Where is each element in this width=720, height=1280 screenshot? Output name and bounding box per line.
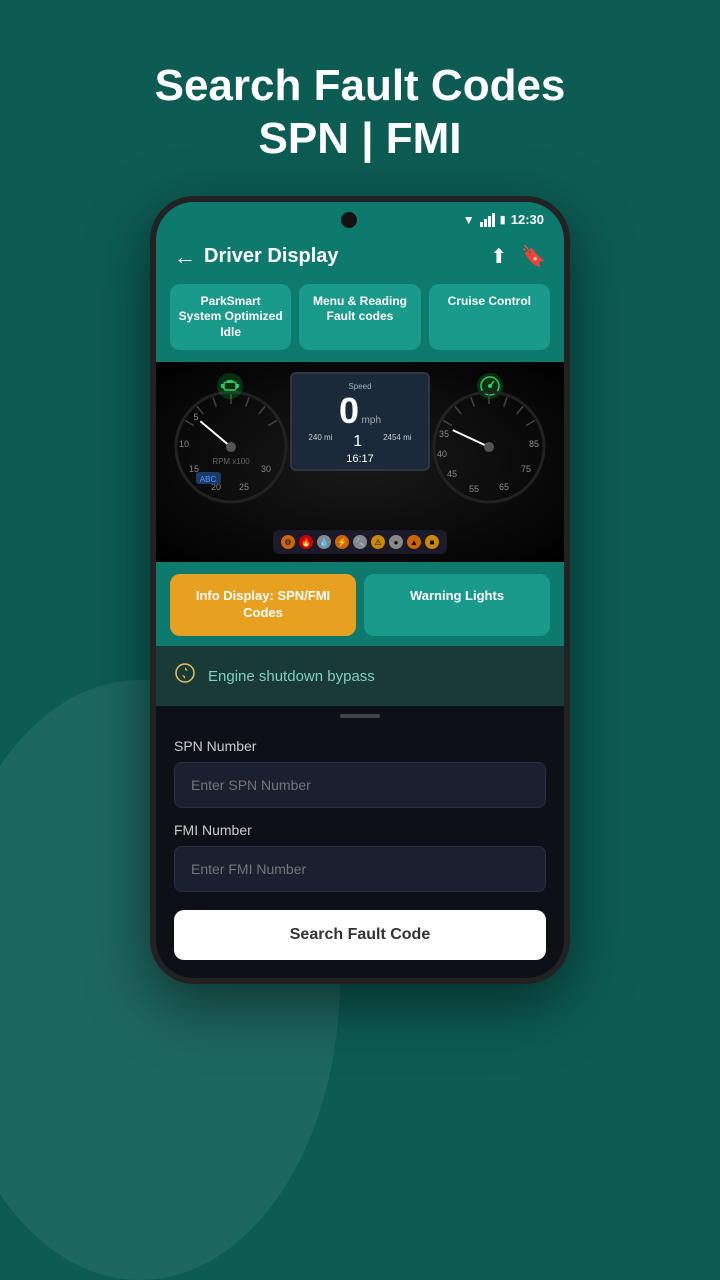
warning-icon-1: ⚙ <box>281 535 295 549</box>
svg-text:10: 10 <box>179 439 189 449</box>
status-time: 12:30 <box>511 212 544 227</box>
chip-cruise[interactable]: Cruise Control <box>429 284 550 351</box>
center-display: Speed 0 mph 240 mi 1 2454 mi 16:17 <box>290 372 430 471</box>
page-title: Search Fault Codes SPN | FMI <box>115 60 606 166</box>
fmi-input[interactable] <box>174 846 546 892</box>
gauge-right: 35 40 45 55 65 75 85 <box>424 382 554 512</box>
phone-frame: ▼ ▮ 12:30 ← Driver Display ⬆ 🔖 ParkSmart… <box>150 196 570 985</box>
speed-details: 240 mi 1 2454 mi <box>298 433 422 451</box>
app-header: ← Driver Display ⬆ 🔖 <box>156 234 564 284</box>
svg-text:RPM x100: RPM x100 <box>212 457 250 466</box>
warning-icon-5: 🔧 <box>353 535 367 549</box>
svg-text:30: 30 <box>261 464 271 474</box>
notch <box>341 212 357 228</box>
svg-text:5: 5 <box>193 412 198 422</box>
warning-icon-7: ● <box>389 535 403 549</box>
form-area: SPN Number FMI Number Search Fault Code <box>156 722 564 978</box>
app-title: Driver Display <box>204 245 339 268</box>
header-line1: Search Fault Codes <box>155 61 566 110</box>
shutdown-label: Engine shutdown bypass <box>208 668 375 685</box>
header-line2: SPN | FMI <box>259 114 462 163</box>
fmi-label: FMI Number <box>174 822 546 838</box>
dashboard-area: 5 10 15 20 25 30 RPM x100 ABC <box>156 362 564 562</box>
svg-text:65: 65 <box>499 482 509 492</box>
svg-text:45: 45 <box>447 469 457 479</box>
svg-text:ABC: ABC <box>200 475 217 484</box>
back-button[interactable]: ← <box>174 244 196 270</box>
status-bar: ▼ ▮ 12:30 <box>156 202 564 234</box>
warning-icon-6: ⚠ <box>371 535 385 549</box>
gear-indicator: 1 <box>353 433 362 451</box>
warning-icon-8: ▲ <box>407 535 421 549</box>
svg-text:75: 75 <box>521 464 531 474</box>
signal-icon <box>480 213 495 227</box>
warning-icon-9: ■ <box>425 535 439 549</box>
svg-text:55: 55 <box>469 484 479 494</box>
app-header-right: ⬆ 🔖 <box>490 244 546 269</box>
toggle-spn-fmi[interactable]: Info Display: SPN/FMI Codes <box>170 574 356 636</box>
warning-icon-2: 🔥 <box>299 535 313 549</box>
speed-unit: mph <box>362 415 381 426</box>
speed-display: 0 mph <box>298 393 422 429</box>
bookmark-button[interactable]: 🔖 <box>521 244 546 269</box>
chip-row: ParkSmart System Optimized Idle Menu & R… <box>156 284 564 363</box>
toggle-row: Info Display: SPN/FMI Codes Warning Ligh… <box>156 562 564 646</box>
drag-handle <box>156 706 564 722</box>
warning-icon-4: ⚡ <box>335 535 349 549</box>
dashboard-bg: 5 10 15 20 25 30 RPM x100 ABC <box>156 362 564 562</box>
status-icons: ▼ ▮ 12:30 <box>463 212 544 227</box>
wifi-icon: ▼ <box>463 213 475 227</box>
display-time: 16:17 <box>298 453 422 465</box>
battery-icon: ▮ <box>500 213 506 226</box>
odometer1: 240 mi <box>308 433 332 451</box>
svg-text:35: 35 <box>439 429 449 439</box>
chip-menu[interactable]: Menu & Reading Fault codes <box>299 284 420 351</box>
share-button[interactable]: ⬆ <box>490 244 507 269</box>
spn-input[interactable] <box>174 762 546 808</box>
shutdown-row[interactable]: Engine shutdown bypass <box>156 646 564 706</box>
warning-icon-3: 💧 <box>317 535 331 549</box>
toggle-warning-lights[interactable]: Warning Lights <box>364 574 550 636</box>
speed-value: 0 <box>339 390 359 431</box>
search-button[interactable]: Search Fault Code <box>174 910 546 960</box>
app-header-left[interactable]: ← Driver Display <box>174 244 339 270</box>
svg-text:25: 25 <box>239 482 249 492</box>
indicator-engine-left <box>216 372 244 406</box>
icon-bar: ⚙ 🔥 💧 ⚡ 🔧 ⚠ ● ▲ ■ <box>273 530 447 554</box>
handle-bar <box>340 714 380 718</box>
svg-text:85: 85 <box>529 439 539 449</box>
shutdown-icon <box>174 662 196 690</box>
svg-text:40: 40 <box>437 449 447 459</box>
chip-parksmart[interactable]: ParkSmart System Optimized Idle <box>170 284 291 351</box>
odometer2: 2454 mi <box>383 433 411 451</box>
spn-label: SPN Number <box>174 738 546 754</box>
